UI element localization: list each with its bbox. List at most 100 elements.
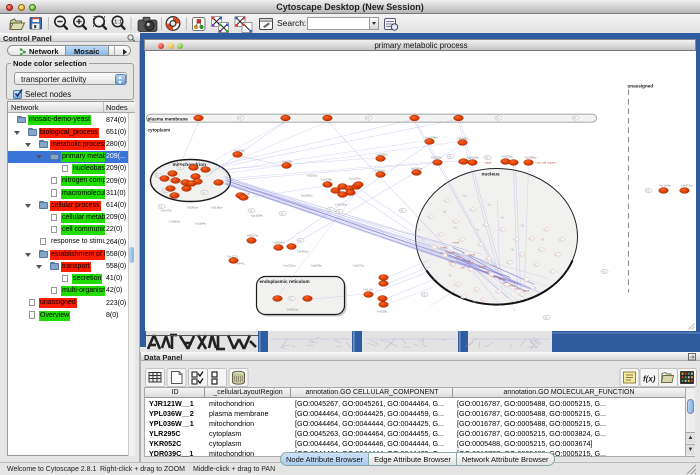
svg-text:Ymr..: Ymr.. bbox=[452, 226, 458, 229]
svg-text:Ybr..: Ybr.. bbox=[460, 296, 465, 298]
svg-text:Ykl016c: Ykl016c bbox=[306, 173, 317, 177]
svg-text:endoplasmic reticulum: endoplasmic reticulum bbox=[259, 279, 309, 284]
svg-text:Ybr..: Ybr.. bbox=[430, 247, 435, 249]
svg-text:Ydr..: Ydr.. bbox=[543, 316, 548, 319]
svg-text:Ydr..: Ydr.. bbox=[177, 166, 182, 169]
svg-text:Ybr..: Ybr.. bbox=[495, 291, 500, 293]
svg-text:Ybr..: Ybr.. bbox=[485, 258, 490, 260]
svg-text:Ybr..: Ybr.. bbox=[482, 224, 487, 226]
svg-text:Yhr..: Yhr.. bbox=[492, 264, 497, 267]
svg-text:Ybr..: Ybr.. bbox=[543, 229, 548, 231]
svg-text:Ybr..: Ybr.. bbox=[538, 249, 543, 251]
svg-text:Ydr..: Ydr.. bbox=[327, 208, 332, 211]
svg-text:Ycl025c: Ycl025c bbox=[430, 155, 441, 159]
svg-text:Yor332w: Yor332w bbox=[348, 176, 361, 180]
svg-text:Ydr..: Ydr.. bbox=[279, 212, 284, 215]
svg-text:plasma membrane: plasma membrane bbox=[147, 116, 188, 121]
svg-text:Ykr..: Ykr.. bbox=[472, 300, 477, 303]
svg-text:Ybr..: Ybr.. bbox=[473, 289, 478, 291]
svg-text:Ybr..: Ybr.. bbox=[480, 299, 485, 301]
svg-text:Ykl119c: Ykl119c bbox=[362, 287, 373, 291]
svg-text:Ydr..: Ydr.. bbox=[336, 210, 341, 213]
svg-text:Ydr384c: Ydr384c bbox=[194, 221, 206, 225]
svg-text:Yel027w: Yel027w bbox=[246, 233, 258, 237]
svg-text:Ydl..: Ydl.. bbox=[540, 239, 545, 241]
svg-text:Ylr..: Ylr.. bbox=[512, 308, 516, 311]
svg-text:Ydr..: Ydr.. bbox=[158, 205, 163, 208]
svg-text:Ycl069w: Ycl069w bbox=[168, 219, 180, 223]
svg-text:Ydr..: Ydr.. bbox=[365, 117, 370, 120]
svg-text:redu: redu bbox=[468, 260, 474, 264]
svg-text:Ydr..: Ydr.. bbox=[288, 297, 293, 300]
svg-text:Yhr026w: Yhr026w bbox=[500, 154, 513, 158]
svg-text:Yfl..: Yfl.. bbox=[448, 275, 452, 277]
svg-text:ampho: ampho bbox=[478, 264, 487, 268]
svg-text:Ybr..: Ybr.. bbox=[467, 269, 472, 271]
svg-text:Ydr..: Ydr.. bbox=[645, 189, 650, 192]
svg-text:Ybr..: Ybr.. bbox=[528, 238, 533, 240]
svg-text:Ybr..: Ybr.. bbox=[488, 274, 493, 276]
svg-text:Ybr..: Ybr.. bbox=[518, 254, 523, 256]
svg-text:Ygr105w: Ygr105w bbox=[250, 213, 263, 217]
svg-text:Ybr..: Ybr.. bbox=[452, 221, 457, 223]
svg-text:secre: secre bbox=[522, 288, 529, 292]
svg-text:Ybr..: Ybr.. bbox=[518, 294, 523, 296]
svg-text:Ybr..: Ybr.. bbox=[427, 216, 432, 218]
svg-text:Ydr038c: Ydr038c bbox=[320, 177, 332, 181]
svg-text:Ybl..: Ybl.. bbox=[510, 249, 515, 251]
svg-text:Ybr..: Ybr.. bbox=[458, 239, 463, 241]
svg-text:catab: catab bbox=[484, 160, 491, 164]
svg-text:prot: prot bbox=[470, 252, 475, 256]
svg-text:Ybr..: Ybr.. bbox=[513, 239, 518, 241]
svg-text:Ydr..: Ydr.. bbox=[297, 239, 302, 242]
svg-text:Ydr..: Ydr.. bbox=[237, 117, 242, 120]
svg-text:Ydr471w: Ydr471w bbox=[680, 183, 693, 187]
svg-text:Ynl..: Ynl.. bbox=[487, 204, 492, 206]
svg-text:Ydr..: Ydr.. bbox=[201, 191, 206, 194]
svg-text:Ykl080w: Ykl080w bbox=[186, 205, 198, 209]
svg-text:Ypr058w: Ypr058w bbox=[524, 155, 537, 159]
svg-text:Ygr055w: Ygr055w bbox=[466, 155, 479, 159]
svg-text:1:1: 1:1 bbox=[114, 20, 122, 26]
svg-text:cell: cell bbox=[460, 265, 465, 269]
svg-text:loca: loca bbox=[514, 286, 520, 290]
svg-text:Ybr..: Ybr.. bbox=[437, 234, 442, 236]
svg-text:f(x): f(x) bbox=[643, 374, 656, 383]
svg-text:Ygr036c: Ygr036c bbox=[310, 263, 322, 267]
svg-text:meta: meta bbox=[440, 245, 447, 249]
svg-text:Ybr..: Ybr.. bbox=[558, 239, 563, 241]
svg-text:Yor270c: Yor270c bbox=[160, 208, 172, 212]
svg-text:Ydr..: Ydr.. bbox=[572, 117, 577, 120]
svg-text:Ydr461w: Ydr461w bbox=[296, 249, 309, 253]
svg-text:Ybr..: Ybr.. bbox=[523, 279, 528, 281]
svg-text:Ybr..: Ybr.. bbox=[449, 264, 454, 266]
svg-text:Ydr..: Ydr.. bbox=[495, 117, 500, 120]
svg-text:Ybr..: Ybr.. bbox=[463, 253, 468, 255]
svg-text:unassigned: unassigned bbox=[627, 83, 653, 88]
svg-text:Ybr..: Ybr.. bbox=[533, 264, 538, 266]
svg-text:Ybr..: Ybr.. bbox=[441, 255, 446, 257]
svg-text:Ydr..: Ydr.. bbox=[248, 209, 253, 212]
svg-text:Ybr..: Ybr.. bbox=[503, 284, 508, 286]
svg-text:Ygl..: Ygl.. bbox=[442, 211, 447, 213]
svg-text:Yol..: Yol.. bbox=[520, 225, 525, 227]
svg-text:Ydl185w: Ydl185w bbox=[210, 205, 223, 209]
svg-text:Ybr..: Ybr.. bbox=[477, 244, 482, 246]
svg-text:tran: tran bbox=[484, 269, 489, 273]
svg-text:Ybr..: Ybr.. bbox=[443, 200, 448, 202]
svg-text:Ykl..: Ykl.. bbox=[475, 229, 480, 231]
svg-text:Ybr..: Ybr.. bbox=[499, 229, 504, 231]
svg-text:Ydr270c: Ydr270c bbox=[352, 263, 364, 267]
svg-text:Ybr..: Ybr.. bbox=[506, 262, 511, 264]
svg-text:Ybr106w: Ybr106w bbox=[658, 183, 671, 187]
svg-text:cytoplasm: cytoplasm bbox=[147, 127, 170, 132]
svg-text:Ybr..: Ybr.. bbox=[554, 254, 559, 256]
svg-text:Ydl004w: Ydl004w bbox=[272, 240, 285, 244]
svg-text:Ydr..: Ydr.. bbox=[447, 155, 452, 158]
svg-text:Yjl..: Yjl.. bbox=[533, 287, 537, 289]
svg-text:Ypr036w: Ypr036w bbox=[300, 193, 313, 197]
svg-text:Yml116w: Yml116w bbox=[334, 202, 347, 206]
svg-text:Yel..: Yel.. bbox=[500, 217, 505, 219]
svg-text:Ydr..: Ydr.. bbox=[399, 209, 404, 212]
svg-text:Ybr..: Ybr.. bbox=[454, 284, 459, 286]
